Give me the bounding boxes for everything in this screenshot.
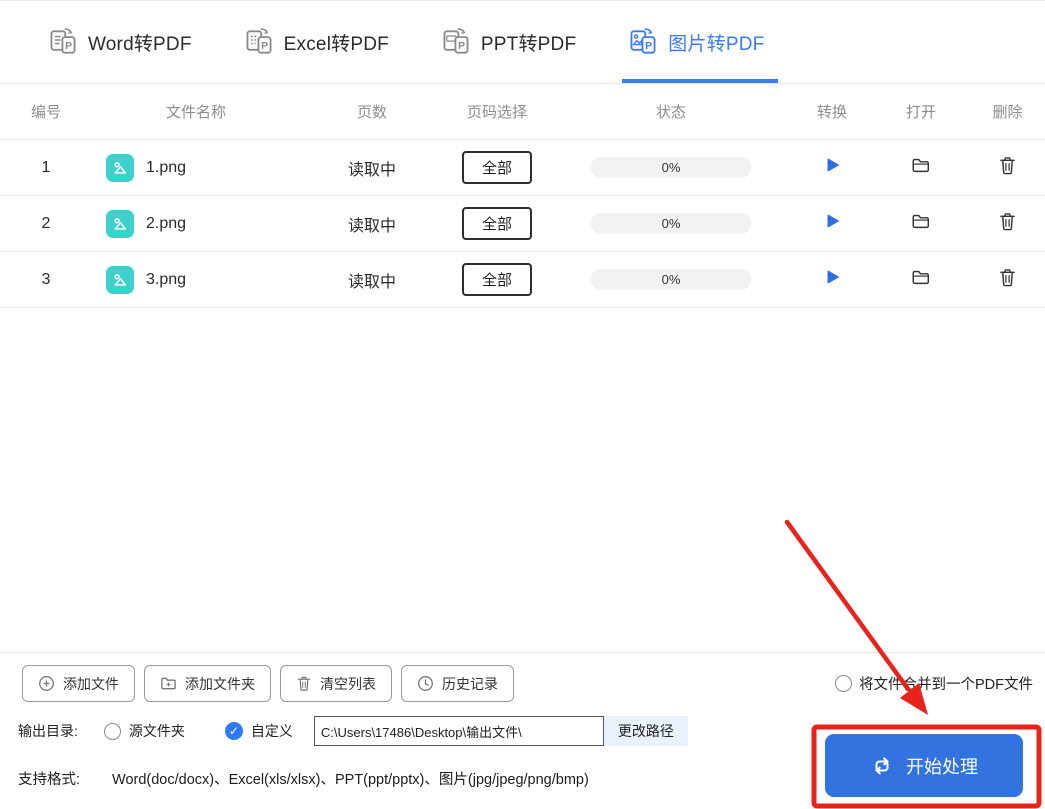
svg-text:P: P bbox=[645, 40, 652, 51]
custom-folder-option[interactable]: ✓ 自定义 bbox=[224, 721, 293, 741]
history-button[interactable]: 历史记录 bbox=[401, 665, 514, 702]
folder-plus-icon bbox=[160, 675, 177, 692]
col-header-index: 编号 bbox=[30, 104, 61, 121]
merge-to-one-pdf-option[interactable]: 将文件合并到一个PDF文件 bbox=[835, 673, 1035, 694]
pages-status: 读取中 bbox=[347, 273, 396, 291]
image-file-icon bbox=[106, 209, 134, 238]
output-directory-label: 输出目录: bbox=[18, 723, 78, 739]
tab-excel-to-pdf[interactable]: P Excel转PDF bbox=[244, 1, 389, 83]
progress-value: 0% bbox=[661, 272, 681, 287]
image-to-pdf-icon: P bbox=[628, 25, 658, 60]
table-header: 编号 文件名称 页数 页码选择 状态 转换 打开 删除 bbox=[0, 84, 1045, 140]
output-path-input[interactable] bbox=[313, 716, 604, 746]
merge-radio[interactable] bbox=[835, 675, 852, 692]
page-select-button[interactable]: 全部 bbox=[462, 263, 532, 296]
custom-folder-radio-checked[interactable]: ✓ bbox=[224, 722, 243, 740]
source-folder-label: 源文件夹 bbox=[128, 723, 185, 739]
circle-plus-icon bbox=[38, 675, 55, 692]
pages-status: 读取中 bbox=[347, 217, 396, 235]
add-folder-button[interactable]: 添加文件夹 bbox=[144, 665, 271, 702]
filename: 3.png bbox=[146, 270, 187, 288]
convert-button[interactable] bbox=[823, 268, 841, 286]
col-header-page-select: 页码选择 bbox=[466, 104, 527, 121]
source-folder-option[interactable]: 源文件夹 bbox=[103, 721, 185, 741]
table-row: 1 1.png 读取中 全部 0% bbox=[0, 140, 1045, 196]
filename: 1.png bbox=[146, 158, 187, 176]
add-file-button[interactable]: 添加文件 bbox=[22, 665, 135, 702]
start-processing-button[interactable]: 开始处理 bbox=[825, 734, 1023, 797]
progress-bar: 0% bbox=[591, 213, 751, 234]
tab-label: 图片转PDF bbox=[668, 33, 765, 55]
convert-button[interactable] bbox=[823, 156, 841, 174]
add-file-label: 添加文件 bbox=[63, 675, 119, 692]
tab-label: PPT转PDF bbox=[480, 33, 577, 55]
open-folder-button[interactable] bbox=[910, 211, 932, 231]
word-to-pdf-icon: P bbox=[48, 25, 78, 60]
tab-bar: P Word转PDF P Excel转PDF P PPT转PDF P 图片转PD… bbox=[0, 1, 1045, 84]
history-label: 历史记录 bbox=[442, 675, 498, 692]
file-list: 1 1.png 读取中 全部 0% 2 2.png 读取中 全部 0% 3 3.… bbox=[0, 140, 1045, 308]
progress-value: 0% bbox=[661, 216, 681, 231]
app-window: P Word转PDF P Excel转PDF P PPT转PDF P 图片转PD… bbox=[0, 0, 1045, 809]
ppt-to-pdf-icon: P bbox=[441, 25, 471, 60]
progress-value: 0% bbox=[661, 160, 681, 175]
delete-button[interactable] bbox=[998, 267, 1017, 288]
svg-text:P: P bbox=[261, 40, 268, 51]
tab-label: Excel转PDF bbox=[283, 33, 389, 55]
delete-button[interactable] bbox=[998, 155, 1017, 176]
col-header-filename: 文件名称 bbox=[165, 104, 226, 121]
col-header-pages: 页数 bbox=[356, 104, 387, 121]
svg-text:P: P bbox=[458, 40, 465, 51]
row-index: 2 bbox=[41, 214, 51, 232]
supported-formats-value: Word(doc/docx)、Excel(xls/xlsx)、PPT(ppt/p… bbox=[112, 772, 589, 788]
open-folder-button[interactable] bbox=[910, 267, 932, 287]
tab-word-to-pdf[interactable]: P Word转PDF bbox=[48, 1, 192, 83]
clock-icon bbox=[417, 675, 434, 692]
clear-list-button[interactable]: 清空列表 bbox=[280, 665, 392, 702]
progress-bar: 0% bbox=[591, 157, 751, 178]
col-header-convert: 转换 bbox=[816, 104, 847, 121]
repeat-loop-icon bbox=[870, 754, 894, 778]
merge-option-label: 将文件合并到一个PDF文件 bbox=[859, 677, 1033, 693]
image-file-icon bbox=[106, 153, 134, 182]
excel-to-pdf-icon: P bbox=[244, 25, 274, 60]
clear-list-label: 清空列表 bbox=[320, 675, 376, 692]
col-header-open: 打开 bbox=[905, 104, 936, 121]
col-header-status: 状态 bbox=[655, 104, 686, 121]
row-index: 3 bbox=[41, 270, 51, 288]
progress-bar: 0% bbox=[591, 269, 751, 290]
tab-ppt-to-pdf[interactable]: P PPT转PDF bbox=[441, 1, 576, 83]
actions-row: 添加文件 添加文件夹 清空列表 历史记录 将文件合并到一个PDF文件 bbox=[0, 653, 1045, 702]
convert-button[interactable] bbox=[823, 212, 841, 230]
tab-image-to-pdf[interactable]: P 图片转PDF bbox=[622, 1, 779, 83]
source-folder-radio[interactable] bbox=[103, 722, 121, 740]
filename: 2.png bbox=[146, 214, 187, 232]
pages-status: 读取中 bbox=[347, 161, 396, 179]
image-file-icon bbox=[106, 265, 134, 294]
table-row: 2 2.png 读取中 全部 0% bbox=[0, 196, 1045, 252]
col-header-delete: 删除 bbox=[992, 104, 1023, 121]
trash-icon bbox=[296, 675, 312, 692]
open-folder-button[interactable] bbox=[910, 155, 932, 175]
add-folder-label: 添加文件夹 bbox=[185, 675, 255, 692]
delete-button[interactable] bbox=[998, 211, 1017, 232]
supported-formats-label: 支持格式: bbox=[18, 772, 81, 788]
row-index: 1 bbox=[41, 158, 51, 176]
tab-label: Word转PDF bbox=[88, 33, 192, 55]
start-processing-label: 开始处理 bbox=[906, 756, 978, 777]
page-select-button[interactable]: 全部 bbox=[462, 151, 532, 184]
table-row: 3 3.png 读取中 全部 0% bbox=[0, 252, 1045, 308]
change-path-button[interactable]: 更改路径 bbox=[603, 716, 688, 746]
custom-folder-label: 自定义 bbox=[250, 723, 293, 739]
svg-text:P: P bbox=[65, 40, 72, 51]
page-select-button[interactable]: 全部 bbox=[462, 207, 532, 240]
